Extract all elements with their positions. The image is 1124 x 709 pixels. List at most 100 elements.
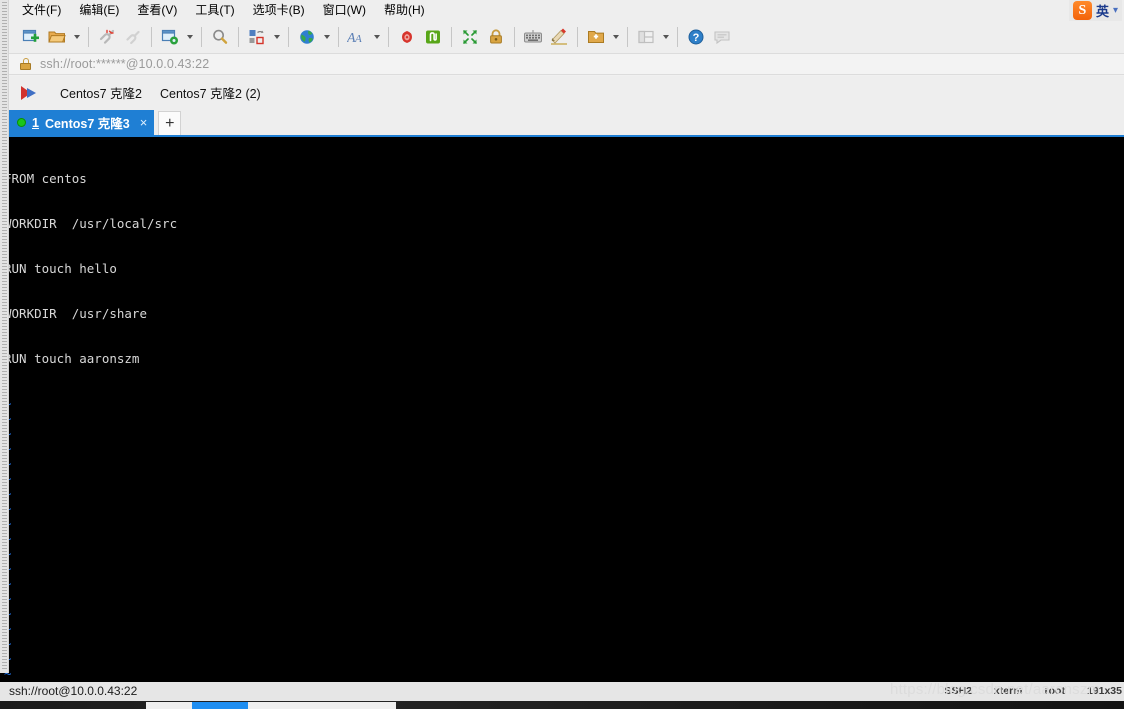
toolbar-separator (238, 27, 239, 47)
session-item-centos7-clone2[interactable]: Centos7 克隆2 (51, 80, 151, 105)
transfer-dropdown[interactable] (609, 24, 622, 50)
lock-screen-icon[interactable] (483, 24, 509, 50)
tab-centos7-clone3[interactable]: 1 Centos7 克隆3 × (9, 110, 155, 135)
vim-tilde-line: ~ (4, 516, 1124, 531)
toolbar-separator (627, 27, 628, 47)
help-icon[interactable]: ? (683, 24, 709, 50)
status-user: root (1044, 685, 1065, 697)
menu-help[interactable]: 帮助(H) (375, 1, 434, 20)
ime-indicator[interactable]: S 英 ▾ (1068, 0, 1122, 21)
comment-icon[interactable] (709, 24, 735, 50)
vim-tilde-line: ~ (4, 426, 1124, 441)
vim-tilde-line: ~ (4, 636, 1124, 651)
svg-text:A: A (354, 33, 362, 45)
vim-tilde-line: ~ (4, 546, 1124, 561)
vim-tilde-line: ~ (4, 576, 1124, 591)
open-folder-dropdown[interactable] (70, 24, 83, 50)
toolbar-separator (288, 27, 289, 47)
new-session-icon[interactable] (18, 24, 44, 50)
layout-dropdown[interactable] (270, 24, 283, 50)
menu-bar: 文件(F) 编辑(E) 查看(V) 工具(T) 选项卡(B) 窗口(W) 帮助(… (0, 0, 1124, 21)
menu-tabs[interactable]: 选项卡(B) (244, 1, 314, 20)
open-folder-icon[interactable] (44, 24, 70, 50)
ime-mode-label[interactable]: 英 (1096, 1, 1109, 20)
menu-tools[interactable]: 工具(T) (186, 1, 243, 20)
toolbar-separator (388, 27, 389, 47)
layout-icon[interactable] (244, 24, 270, 50)
toolbar-separator (88, 27, 89, 47)
disconnect-icon[interactable] (120, 24, 146, 50)
vim-tilde-line: ~ (4, 621, 1124, 636)
address-value[interactable]: ssh://root:******@10.0.0.43:22 (40, 57, 209, 71)
toolbar-separator (677, 27, 678, 47)
drag-dots (2, 2, 7, 671)
script-icon[interactable] (420, 24, 446, 50)
close-icon[interactable]: × (140, 116, 148, 129)
vim-tilde-line: ~ (4, 486, 1124, 501)
vim-tilde-line: ~ (4, 531, 1124, 546)
vim-tilde-line: ~ (4, 471, 1124, 486)
terminal-line: RUN touch aaronszm (4, 351, 140, 366)
terminal-content: FROM centos WORKDIR /usr/local/src RUN t… (0, 137, 1124, 682)
toolbar-separator (338, 27, 339, 47)
address-bar[interactable]: ssh://root:******@10.0.0.43:22 (9, 53, 1124, 75)
find-icon[interactable] (207, 24, 233, 50)
session-options-icon[interactable] (157, 24, 183, 50)
new-tab-button[interactable]: + (158, 111, 182, 135)
tab-label: Centos7 克隆3 (44, 117, 130, 131)
connection-status-led (17, 118, 26, 127)
session-item-centos7-clone2-2[interactable]: Centos7 克隆2 (2) (151, 80, 270, 105)
font-dropdown[interactable] (370, 24, 383, 50)
vim-tilde-line: ~ (4, 666, 12, 681)
vim-tilde-line: ~ (4, 396, 1124, 411)
terminal-line: WORKDIR /usr/local/src (4, 216, 178, 231)
quick-command-icon[interactable] (546, 24, 572, 50)
vim-tilde-line: ~ (4, 606, 1124, 621)
scrollbar-thumb[interactable] (192, 702, 248, 709)
font-icon[interactable]: A A (344, 24, 370, 50)
chevron-down-icon[interactable]: ▾ (1113, 5, 1118, 16)
sogou-logo-icon[interactable]: S (1072, 1, 1092, 20)
split-view-icon[interactable] (633, 24, 659, 50)
globe-dropdown[interactable] (320, 24, 333, 50)
terminal-line: WORKDIR /usr/share (4, 306, 147, 321)
fullscreen-icon[interactable] (457, 24, 483, 50)
toolbar-drag-rail[interactable] (0, 0, 9, 673)
globe-icon[interactable] (294, 24, 320, 50)
terminal-line: FROM centos (4, 171, 87, 186)
desktop-taskbar[interactable] (0, 701, 1124, 709)
menu-view[interactable]: 查看(V) (128, 1, 186, 20)
vim-tilde-line: ~ (4, 456, 1124, 471)
terminal-line: RUN touch hello (4, 261, 117, 276)
svg-text:?: ? (693, 32, 700, 44)
scrollbar-track[interactable] (146, 702, 396, 709)
split-view-dropdown[interactable] (659, 24, 672, 50)
vim-tilde-line: ~ (4, 411, 1124, 426)
vim-tilde-line: ~ (4, 561, 1124, 576)
tab-strip: 1 Centos7 克隆3 × + (9, 109, 1124, 135)
vim-tilde-line: ~ (4, 591, 1124, 606)
connect-icon[interactable] (94, 24, 120, 50)
status-terminal-type: xterm (993, 685, 1023, 697)
session-options-dropdown[interactable] (183, 24, 196, 50)
session-flag-icon (21, 85, 39, 100)
status-details: SSH2 xterm root 191x35 (944, 685, 1122, 697)
keyboard-icon[interactable] (520, 24, 546, 50)
transfer-icon[interactable] (583, 24, 609, 50)
menu-edit[interactable]: 编辑(E) (70, 1, 128, 20)
menu-window[interactable]: 窗口(W) (314, 1, 375, 20)
tab-number: 1 (32, 115, 39, 130)
toolbar-separator (451, 27, 452, 47)
status-protocol: SSH2 (944, 685, 972, 697)
toolbar-separator (151, 27, 152, 47)
vim-tilde-line: ~ (4, 651, 1124, 666)
session-bar: Centos7 克隆2 Centos7 克隆2 (2) (9, 76, 1124, 109)
log-icon[interactable] (394, 24, 420, 50)
status-connection: ssh://root@10.0.0.43:22 (9, 684, 138, 698)
main-toolbar: A A ? (9, 21, 1124, 53)
vim-empty-lines: ~~~~~~~~~~~~~~~~~~~~~~~~~~~~~~ (4, 396, 1124, 682)
menu-file[interactable]: 文件(F) (13, 1, 70, 20)
terminal-screen[interactable]: FROM centos WORKDIR /usr/local/src RUN t… (0, 135, 1124, 682)
toolbar-separator (577, 27, 578, 47)
crt-terminal-window: 文件(F) 编辑(E) 查看(V) 工具(T) 选项卡(B) 窗口(W) 帮助(… (0, 0, 1124, 709)
